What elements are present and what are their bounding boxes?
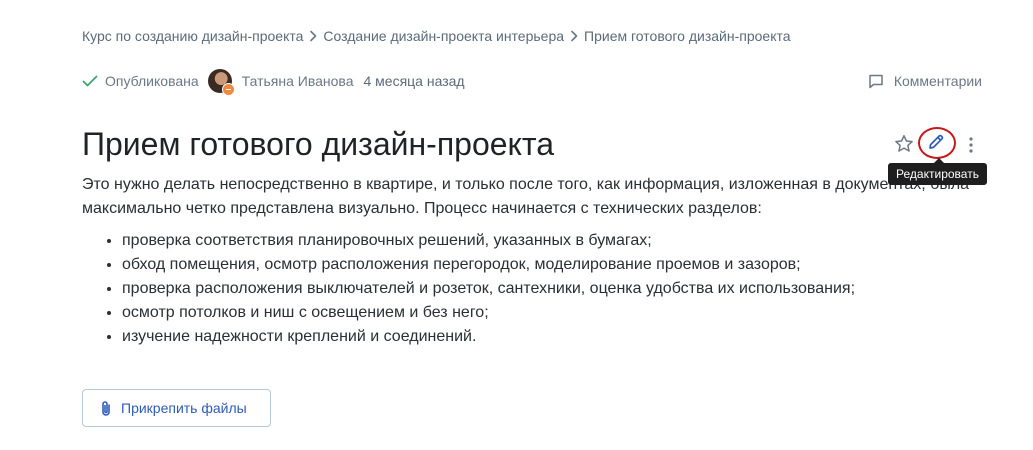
breadcrumb-item-course[interactable]: Курс по созданию дизайн-проекта: [82, 28, 303, 44]
more-button[interactable]: [963, 134, 979, 156]
highlight-ring: [918, 127, 956, 159]
breadcrumb-item-section[interactable]: Создание дизайн-проекта интерьера: [323, 28, 564, 44]
more-vertical-icon: [969, 137, 973, 153]
chevron-right-icon: [564, 30, 584, 42]
author-name[interactable]: Татьяна Иванова: [242, 73, 354, 89]
check-icon: [82, 75, 98, 87]
list-item: осмотр потолков и ниш с освещением и без…: [122, 301, 987, 325]
list-item: изучение надежности креплений и соединен…: [122, 325, 987, 349]
page-title: Прием готового дизайн-проекта: [82, 126, 554, 162]
minus-badge-icon: [221, 83, 235, 96]
star-icon: [895, 135, 913, 152]
article-body: Это нужно делать непосредственно в кварт…: [82, 173, 987, 349]
comment-icon: [869, 74, 883, 89]
list-item: проверка расположения выключателей и роз…: [122, 277, 987, 301]
comments-label: Комментарии: [893, 73, 982, 89]
list-item: обход помещения, осмотр расположения пер…: [122, 253, 987, 277]
breadcrumb-item-current[interactable]: Прием готового дизайн-проекта: [584, 28, 791, 44]
status-label: Опубликована: [105, 73, 199, 89]
publish-status: Опубликована: [82, 73, 199, 89]
author-avatar[interactable]: [207, 69, 235, 96]
edit-button[interactable]: [918, 127, 956, 159]
article-meta: Опубликована Татьяна Иванова 4 месяца на…: [82, 68, 982, 96]
attach-files-label: Прикрепить файлы: [121, 400, 247, 416]
article-actions: [893, 127, 973, 159]
list-item: проверка соответствия планировочных реше…: [122, 229, 987, 253]
chevron-right-icon: [303, 30, 323, 42]
edit-tooltip: Редактировать: [888, 158, 987, 185]
article-list: проверка соответствия планировочных реше…: [82, 229, 987, 349]
paperclip-icon: [102, 400, 110, 416]
breadcrumb: Курс по созданию дизайн-проекта Создание…: [82, 28, 791, 44]
comments-button[interactable]: Комментарии: [868, 73, 982, 89]
publish-time: 4 месяца назад: [363, 73, 465, 89]
article-intro: Это нужно делать непосредственно в кварт…: [82, 176, 970, 217]
attach-files-button[interactable]: Прикрепить файлы: [82, 389, 271, 427]
favorite-button[interactable]: [893, 133, 915, 155]
